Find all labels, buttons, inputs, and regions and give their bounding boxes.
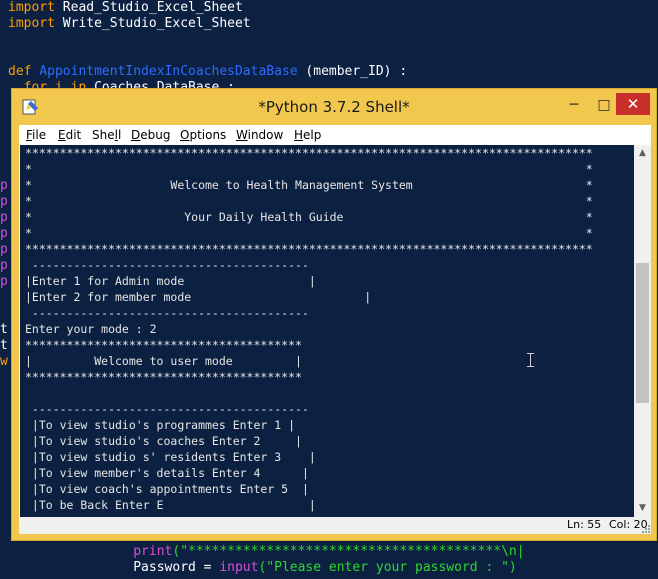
console-line: ****************************************: [25, 370, 302, 384]
code-text: (member_ID) :: [297, 64, 408, 79]
console-line: * *: [25, 194, 593, 208]
window-client-area: File Edit Shell Debug Options Window Hel…: [19, 125, 651, 534]
console-line: ****************************************…: [25, 146, 593, 160]
menu-label: elp: [303, 128, 322, 142]
console-line: ----------------------------------------: [25, 402, 309, 416]
i-beam-cursor-icon: [527, 353, 534, 367]
function-name: AppointmentIndexInCoachesDataBase: [31, 64, 298, 79]
title-bar[interactable]: *Python 3.7.2 Shell* ─ □ ✕: [12, 89, 656, 125]
string-literal: ("**************************************…: [172, 544, 525, 559]
code-text: Write_Studio_Excel_Sheet: [54, 16, 251, 31]
code-line-password: Password = input("Please enter your pass…: [8, 560, 517, 576]
menu-label: dit: [65, 128, 82, 142]
scroll-thumb[interactable]: [636, 263, 649, 403]
menu-options[interactable]: Options: [180, 127, 226, 143]
menu-help[interactable]: Help: [294, 127, 321, 143]
menu-mnemonic: E: [58, 128, 66, 142]
scroll-down-arrow-icon[interactable]: ▼: [634, 500, 651, 517]
console-line: ****************************************…: [25, 242, 593, 256]
string-literal: ("Please enter your password : "): [258, 560, 517, 575]
minimize-button[interactable]: ─: [560, 95, 588, 115]
keyword: import: [8, 0, 55, 15]
shell-console-output[interactable]: ****************************************…: [20, 145, 634, 517]
menu-label: ptions: [189, 128, 227, 142]
menu-window[interactable]: Window: [236, 127, 283, 143]
line-number-status: Ln: 55: [567, 518, 602, 531]
keyword: import: [8, 16, 55, 31]
console-line: | Welcome to user mode |: [25, 354, 302, 368]
status-bar: Ln: 55 Col: 20: [19, 517, 651, 534]
menu-label: indow: [247, 128, 284, 142]
python-shell-window[interactable]: *Python 3.7.2 Shell* ─ □ ✕ File Edit She…: [11, 88, 657, 541]
console-line: |Enter 2 for member mode |: [25, 290, 372, 304]
menu-mnemonic: W: [236, 128, 248, 142]
console-line: |To view studio's programmes Enter 1 |: [25, 418, 296, 432]
menu-label: ebug: [140, 128, 171, 142]
code-line-def: def AppointmentIndexInCoachesDataBase (m…: [8, 64, 407, 80]
vertical-scrollbar[interactable]: ▲ ▼: [634, 145, 651, 517]
code-line-import-read: import Read_Studio_Excel_Sheet: [8, 0, 243, 16]
console-line: * *: [25, 226, 593, 240]
menu-bar: File Edit Shell Debug Options Window Hel…: [19, 125, 651, 145]
console-line: |To view coach's appointments Enter 5 |: [25, 482, 309, 496]
scroll-up-arrow-icon[interactable]: ▲: [634, 145, 651, 162]
console-line: |To view studio s' residents Enter 3 |: [25, 450, 316, 464]
menu-label: ile: [32, 128, 47, 142]
menu-mnemonic: D: [131, 128, 141, 142]
console-line: * Welcome to Health Management System *: [25, 178, 593, 192]
console-line: |To be Back Enter E |: [25, 498, 316, 512]
console-line: |To view member's details Enter 4 |: [25, 466, 309, 480]
builtin: print: [133, 544, 173, 559]
console-line: |To view studio's coaches Enter 2 |: [25, 434, 302, 448]
console-line: * Your Daily Health Guide *: [25, 210, 593, 224]
menu-file[interactable]: File: [26, 127, 46, 143]
console-line: |Enter 1 for Admin mode |: [25, 274, 316, 288]
console-line: ----------------------------------------: [25, 258, 309, 272]
code-text: Read_Studio_Excel_Sheet: [54, 0, 243, 15]
console-line: ----------------------------------------: [25, 306, 309, 320]
menu-edit[interactable]: Edit: [58, 127, 81, 143]
menu-debug[interactable]: Debug: [131, 127, 170, 143]
maximize-button[interactable]: □: [590, 95, 618, 115]
keyword: def: [8, 64, 32, 79]
code-text: Password =: [133, 560, 220, 575]
close-button[interactable]: ✕: [616, 93, 650, 115]
menu-label: l: [117, 128, 122, 142]
code-line-import-write: import Write_Studio_Excel_Sheet: [8, 16, 251, 32]
resize-grip-icon[interactable]: [640, 523, 650, 533]
menu-shell[interactable]: Shell: [92, 127, 121, 143]
console-line: ****************************************: [25, 338, 302, 352]
builtin: input: [219, 560, 259, 575]
menu-label: She: [92, 128, 115, 142]
console-line: Enter your mode : 2: [25, 322, 157, 336]
menu-mnemonic: H: [294, 128, 304, 142]
console-line: * *: [25, 162, 593, 176]
code-line-print: print("*********************************…: [8, 544, 525, 560]
